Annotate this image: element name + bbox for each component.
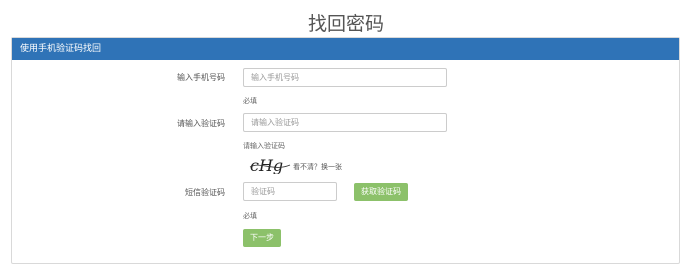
sms-help: 必填 xyxy=(243,212,257,220)
phone-label: 输入手机号码 xyxy=(177,73,225,82)
captcha-image[interactable]: cHg xyxy=(248,156,292,174)
phone-input[interactable]: 输入手机号码 xyxy=(243,68,447,87)
get-code-button[interactable]: 获取验证码 xyxy=(354,183,408,201)
sms-input[interactable]: 验证码 xyxy=(243,182,337,201)
next-button[interactable]: 下一步 xyxy=(243,229,281,247)
panel-heading: 使用手机验证码找回 xyxy=(12,38,679,60)
sms-label: 短信验证码 xyxy=(185,188,225,197)
phone-help: 必填 xyxy=(243,97,257,105)
verify-input[interactable]: 请输入验证码 xyxy=(243,113,447,132)
verify-label: 请输入验证码 xyxy=(177,119,225,128)
verify-help: 请输入验证码 xyxy=(243,142,285,150)
page-title: 找回密码 xyxy=(307,13,384,35)
captcha-refresh-link[interactable]: 看不清？换一张 xyxy=(293,162,342,172)
